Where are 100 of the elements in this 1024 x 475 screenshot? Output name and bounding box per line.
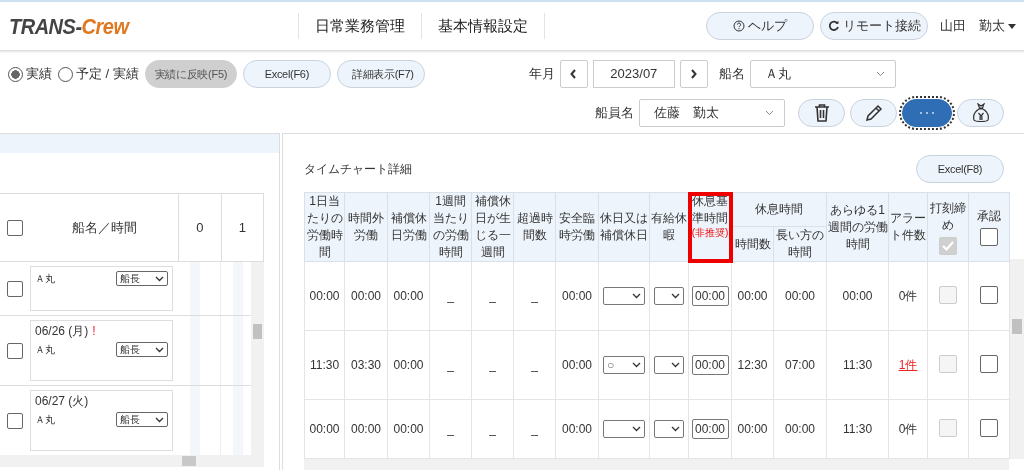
checkbox[interactable] <box>7 219 23 236</box>
role-select[interactable]: 船長 <box>116 342 168 357</box>
deprecated-note: (非推奨) <box>690 227 730 238</box>
checkbox[interactable] <box>980 285 998 304</box>
column-header: アラート件数 <box>888 192 928 262</box>
chevron-down-icon <box>765 110 774 116</box>
table-cell: 00:00 <box>393 289 424 303</box>
table-cell: 00:00 <box>351 289 381 303</box>
column-header: 1日当たりの労働時間 <box>304 192 345 262</box>
select-field[interactable] <box>654 420 684 438</box>
select-field[interactable] <box>603 287 645 305</box>
previous-month-button[interactable] <box>559 60 588 88</box>
checkbox[interactable] <box>7 412 23 429</box>
alert-link[interactable]: 0件 <box>898 421 918 436</box>
alert-link[interactable]: 1件 <box>898 357 918 372</box>
chevron-down-icon <box>155 275 164 282</box>
column-header: 休日又は補償休日 <box>598 192 650 262</box>
table-cell: _ <box>489 422 496 436</box>
edit-button[interactable] <box>850 99 897 127</box>
date-text: 06/27 (火) <box>35 394 89 408</box>
ship-select[interactable]: Ａ丸 <box>749 60 896 88</box>
checkbox[interactable] <box>7 280 23 297</box>
scrollbar[interactable] <box>304 459 1009 470</box>
excel-button[interactable]: Excel(F8) <box>916 155 1004 183</box>
chevron-down-icon <box>671 362 680 368</box>
chevron-left-icon <box>570 69 578 79</box>
checkbox[interactable] <box>980 228 998 246</box>
table-cell: 00:00 <box>785 289 815 303</box>
remote-connect-button[interactable]: リモート接続 <box>820 12 928 40</box>
select-field[interactable] <box>654 356 684 374</box>
nav-link[interactable]: 日常業務管理 <box>298 13 422 39</box>
time-input[interactable]: 00:00 <box>691 419 729 439</box>
ship-name: Ａ丸 <box>35 271 55 286</box>
toolbar-button[interactable]: Excel(F6) <box>242 60 331 88</box>
column-header: 安全臨時労働 <box>555 192 599 262</box>
month-field[interactable]: 2023/07 <box>592 60 675 88</box>
column-header: 時間数 <box>731 226 774 262</box>
column-header: 有給休暇 <box>649 192 689 262</box>
alert-link[interactable]: 0件 <box>898 288 918 303</box>
time-input[interactable]: 00:00 <box>691 286 729 306</box>
more-button[interactable] <box>902 99 952 127</box>
table-cell: _ <box>531 422 538 436</box>
logo: TRANS-Crew <box>9 13 129 39</box>
help-button[interactable]: ヘルプ <box>706 12 814 40</box>
chevron-down-icon <box>671 293 680 299</box>
table-cell: _ <box>447 289 454 303</box>
table-cell: 11:30 <box>842 422 873 436</box>
table-cell: 00:00 <box>842 289 873 303</box>
checkbox[interactable] <box>980 354 998 373</box>
role-select[interactable]: 船長 <box>116 412 168 427</box>
checkbox[interactable] <box>7 342 23 359</box>
table-cell: 00:00 <box>737 289 768 303</box>
date-text: 06/26 (月) <box>35 324 89 338</box>
crew-label: 船員名 <box>595 104 634 122</box>
select-field[interactable] <box>603 420 645 438</box>
radio-option[interactable]: 実績 <box>8 65 52 83</box>
help-icon <box>733 20 745 32</box>
column-header: 1週間当たりの労働時間 <box>429 192 472 262</box>
table-cell: _ <box>531 289 538 303</box>
money-bag-button[interactable] <box>957 99 1004 127</box>
radio-option[interactable]: 予定 / 実績 <box>58 65 139 83</box>
column-header: あらゆる1週間の労働時間 <box>826 192 889 262</box>
ship-label: 船名 <box>718 65 745 83</box>
role-select[interactable]: 船長 <box>116 271 168 286</box>
table-cell: 00:00 <box>737 422 768 436</box>
table-cell: 00:00 <box>562 422 592 436</box>
column-header: 補償休日が生じる一週間 <box>471 192 514 262</box>
toolbar-button[interactable]: 詳細表示(F7) <box>336 60 425 88</box>
next-month-button[interactable] <box>679 60 708 88</box>
header-label: 打刻締め <box>929 199 967 234</box>
scrollbar[interactable] <box>251 262 264 455</box>
crew-select[interactable]: 佐藤 勤太 <box>639 99 785 127</box>
more-icon <box>919 111 935 115</box>
ship-name: Ａ丸 <box>35 412 55 427</box>
scrollbar[interactable] <box>0 455 264 467</box>
chevron-down-icon <box>875 71 885 77</box>
month-label: 年月 <box>528 65 555 83</box>
scrollbar[interactable] <box>1010 259 1024 459</box>
delete-button[interactable] <box>798 99 845 127</box>
column-header: 時間外労働 <box>344 192 388 262</box>
time-input[interactable]: 00:00 <box>691 355 729 375</box>
table-cell: 00:00 <box>309 289 340 303</box>
select-field[interactable]: ○ <box>603 356 645 374</box>
table-cell: _ <box>447 422 454 436</box>
chevron-down-icon <box>632 426 641 432</box>
chevron-down-icon <box>632 362 641 368</box>
table-cell: 11:30 <box>842 358 873 372</box>
chevron-right-icon <box>690 69 698 79</box>
nav-link[interactable]: 基本情報設定 <box>421 13 546 39</box>
select-field[interactable] <box>654 287 684 305</box>
user-menu[interactable]: 山田 勤太 <box>934 17 1016 35</box>
table-cell: 03:30 <box>351 358 381 372</box>
table-cell: 00:00 <box>309 422 340 436</box>
checkbox[interactable] <box>980 418 998 437</box>
chevron-down-icon <box>155 346 164 353</box>
table-cell: 11:30 <box>309 358 340 372</box>
header-label: 休息基準時間 <box>691 193 729 227</box>
trash-icon <box>813 104 830 122</box>
warning-mark: ! <box>92 324 96 338</box>
table-cell: 00:00 <box>351 422 381 436</box>
